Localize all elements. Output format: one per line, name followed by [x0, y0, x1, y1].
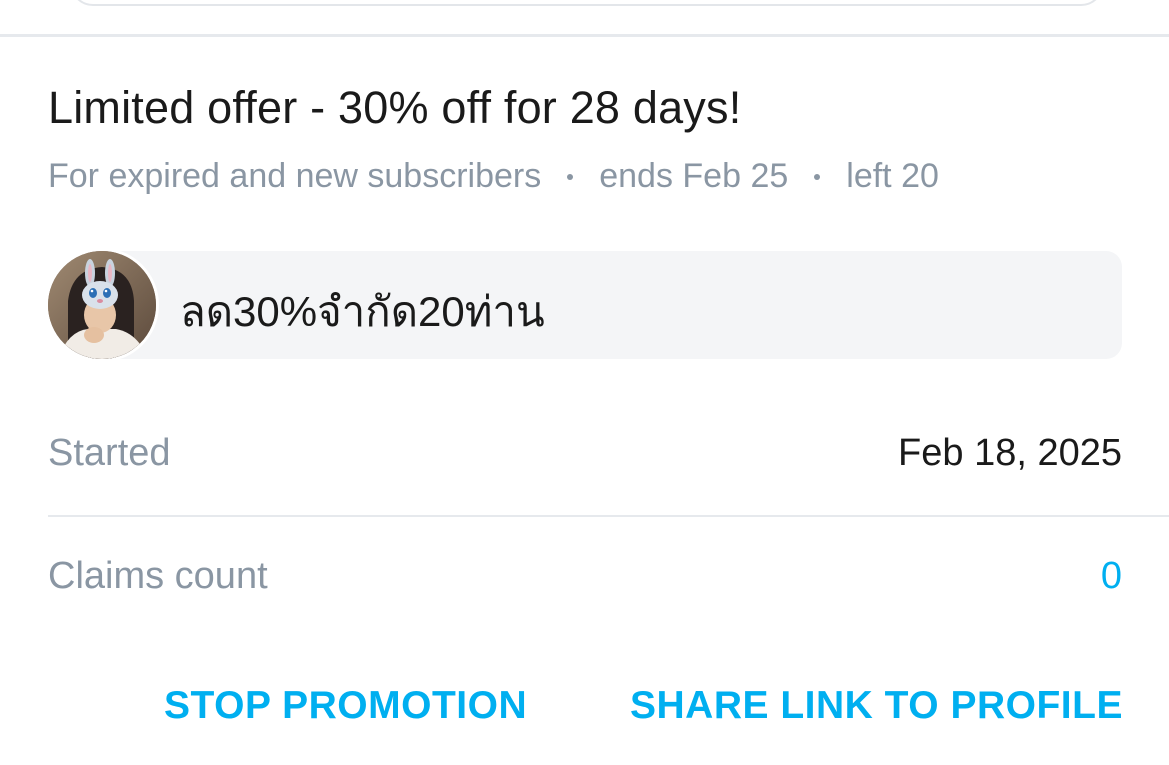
offer-title: Limited offer - 30% off for 28 days!: [48, 82, 742, 133]
separator-dot: [567, 173, 574, 180]
message-bubble: ลด30%จำกัด20ท่าน: [104, 251, 1122, 359]
divider: [48, 515, 1169, 517]
claims-count-link[interactable]: 0: [1101, 555, 1122, 598]
divider: [0, 34, 1169, 37]
offer-message: ลด30%จำกัด20ท่าน: [180, 288, 545, 335]
stop-promotion-button[interactable]: STOP PROMOTION: [164, 684, 527, 728]
claims-label: Claims count: [48, 554, 268, 597]
started-row: Started Feb 18, 2025: [48, 423, 1122, 483]
share-link-to-profile-button[interactable]: SHARE LINK TO PROFILE: [630, 684, 1123, 728]
avatar[interactable]: [48, 251, 156, 359]
offer-left: left 20: [846, 157, 939, 195]
started-label: Started: [48, 431, 171, 474]
promotion-detail-page: Limited offer - 30% off for 28 days! For…: [0, 0, 1169, 765]
search-field-edge[interactable]: [70, 0, 1104, 6]
offer-meta: For expired and new subscribers ends Feb…: [48, 157, 939, 196]
separator-dot: [814, 173, 821, 180]
started-value: Feb 18, 2025: [898, 431, 1122, 474]
offer-ends: ends Feb 25: [599, 157, 789, 195]
offer-audience: For expired and new subscribers: [48, 157, 542, 195]
avatar-image: [48, 251, 156, 359]
claims-row: Claims count 0: [48, 546, 1122, 606]
offer-message-row: ลด30%จำกัด20ท่าน: [48, 251, 1122, 359]
